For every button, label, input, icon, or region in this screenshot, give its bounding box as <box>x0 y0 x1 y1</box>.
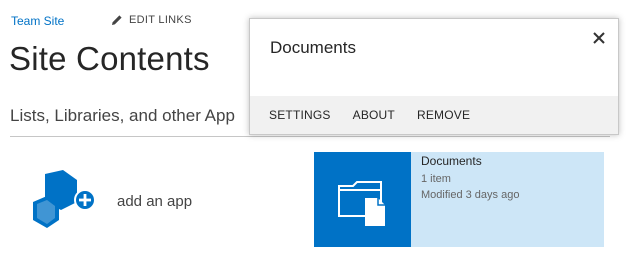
edit-links-button[interactable]: EDIT LINKS <box>111 14 192 26</box>
documents-tile-icon-area <box>314 152 411 247</box>
settings-button[interactable]: SETTINGS <box>269 108 331 122</box>
folder-document-icon <box>337 180 385 226</box>
remove-button[interactable]: REMOVE <box>417 108 470 122</box>
documents-item-count: 1 item <box>421 173 451 185</box>
app-hexagon-plus-icon <box>33 170 96 228</box>
close-icon[interactable] <box>592 31 606 45</box>
add-app-tile[interactable]: add an app <box>27 170 192 232</box>
section-header: Lists, Libraries, and other App <box>10 106 235 125</box>
documents-callout: Documents SETTINGS ABOUT REMOVE <box>249 18 619 135</box>
callout-action-bar: SETTINGS ABOUT REMOVE <box>250 96 618 134</box>
documents-library-tile[interactable]: Documents 1 item Modified 3 days ago <box>314 152 604 247</box>
documents-modified: Modified 3 days ago <box>421 189 520 201</box>
edit-links-label: EDIT LINKS <box>129 14 192 26</box>
team-site-link[interactable]: Team Site <box>11 14 64 28</box>
page-title: Site Contents <box>9 40 210 77</box>
callout-title: Documents <box>270 38 356 57</box>
pencil-icon <box>112 15 122 25</box>
add-app-label: add an app <box>117 193 193 210</box>
section-divider <box>10 136 610 137</box>
about-button[interactable]: ABOUT <box>353 108 395 122</box>
documents-tile-title[interactable]: Documents <box>421 154 482 168</box>
